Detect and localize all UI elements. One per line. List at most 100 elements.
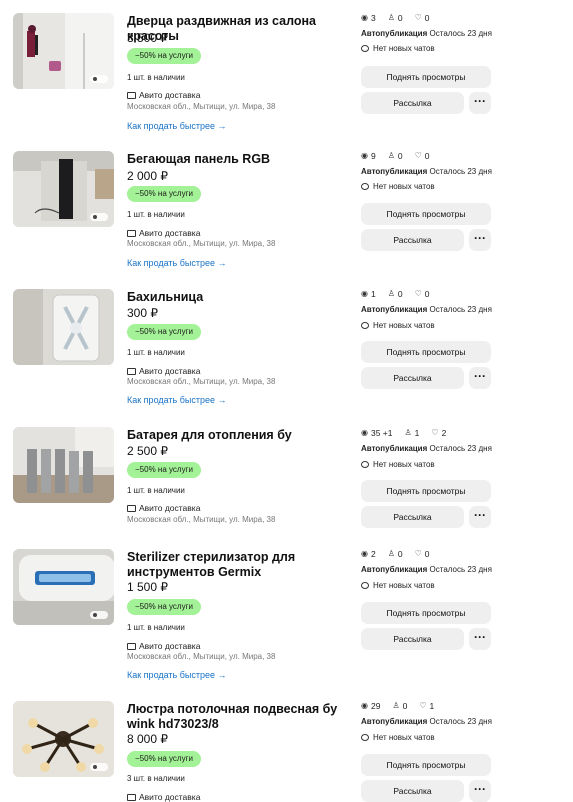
stock-text: 1 шт. в наличии	[127, 348, 185, 357]
stock-text: 1 шт. в наличии	[127, 73, 185, 82]
eye-icon: ◉	[361, 549, 368, 558]
stock-text: 1 шт. в наличии	[127, 486, 185, 495]
boost-views-button[interactable]: Поднять просмотры	[361, 602, 491, 624]
promo-badge[interactable]: −50% на услуги	[127, 324, 201, 340]
eye-icon: ◉	[361, 428, 368, 437]
boost-views-button[interactable]: Поднять просмотры	[361, 66, 491, 88]
autopublish-status: Автопубликация Осталось 23 дня	[361, 29, 492, 38]
chats-status[interactable]: Нет новых чатов	[361, 321, 435, 330]
listing-photo[interactable]	[13, 151, 114, 227]
mailing-button[interactable]: Рассылка	[361, 229, 464, 251]
contacts-count: 0	[397, 13, 403, 23]
person-icon: ♙	[404, 428, 412, 437]
sell-faster-link[interactable]: Как продать быстрее →	[127, 258, 227, 268]
delivery-text: Авито доставка	[139, 228, 201, 238]
heart-icon: ♡	[419, 701, 427, 710]
autopublish-status: Автопубликация Осталось 23 дня	[361, 305, 492, 314]
mailing-button[interactable]: Рассылка	[361, 628, 464, 650]
delivery-label: Авито доставка	[127, 503, 200, 513]
listing-title[interactable]: Бахильница	[127, 290, 357, 305]
more-options-button[interactable]: ···	[469, 92, 491, 114]
promo-badge[interactable]: −50% на услуги	[127, 48, 201, 64]
contacts-stat: ♙ 0	[388, 13, 403, 23]
autopublish-remaining: Осталось 23 дня	[429, 29, 492, 38]
truck-icon	[127, 92, 136, 99]
mailing-button[interactable]: Рассылка	[361, 92, 464, 114]
delivery-text: Авито доставка	[139, 366, 201, 376]
contacts-count: 0	[402, 701, 408, 711]
listing-photo[interactable]	[13, 701, 114, 777]
listing-title[interactable]: Sterilizer стерилизатор для инструментов…	[127, 550, 357, 580]
boost-views-button[interactable]: Поднять просмотры	[361, 341, 491, 363]
chats-status[interactable]: Нет новых чатов	[361, 733, 435, 742]
sell-faster-link[interactable]: Как продать быстрее →	[127, 121, 227, 131]
stats-row: ◉ 29 ♙ 0 ♡ 1	[361, 701, 434, 711]
boost-views-button[interactable]: Поднять просмотры	[361, 754, 491, 776]
boost-views-button[interactable]: Поднять просмотры	[361, 203, 491, 225]
promo-badge[interactable]: −50% на услуги	[127, 462, 201, 478]
eye-icon: ◉	[361, 151, 368, 160]
delivery-text: Авито доставка	[139, 641, 201, 651]
listing-title[interactable]: Люстра потолочная подвесная бу wink hd73…	[127, 702, 357, 732]
mailing-button[interactable]: Рассылка	[361, 506, 464, 528]
person-icon: ♙	[387, 549, 395, 558]
chats-status[interactable]: Нет новых чатов	[361, 182, 435, 191]
eye-icon: ◉	[361, 701, 368, 710]
truck-icon	[127, 643, 136, 650]
sell-faster-link[interactable]: Как продать быстрее →	[127, 670, 227, 680]
autopublish-label: Автопубликация	[361, 565, 428, 574]
eye-icon: ◉	[361, 13, 368, 22]
contacts-count: 0	[397, 289, 403, 299]
truck-icon	[127, 505, 136, 512]
contacts-stat: ♙ 0	[388, 549, 403, 559]
promo-badge[interactable]: −50% на услуги	[127, 186, 201, 202]
views-stat: ◉ 29	[361, 701, 380, 711]
promo-badge[interactable]: −50% на услуги	[127, 751, 201, 767]
promo-badge[interactable]: −50% на услуги	[127, 599, 201, 615]
chats-status[interactable]: Нет новых чатов	[361, 460, 435, 469]
listing-price: 300 ₽	[127, 306, 158, 320]
chat-bubble-icon	[361, 183, 369, 190]
listing-photo[interactable]	[13, 549, 114, 625]
listing-title[interactable]: Бегающая панель RGB	[127, 152, 357, 167]
more-options-button[interactable]: ···	[469, 628, 491, 650]
autopublish-label: Автопубликация	[361, 717, 428, 726]
contacts-stat: ♙ 0	[388, 151, 403, 161]
listing-price: 3 500 ₽	[127, 31, 168, 45]
autopublish-label: Автопубликация	[361, 167, 428, 176]
sell-faster-link[interactable]: Как продать быстрее →	[127, 395, 227, 405]
chats-text: Нет новых чатов	[373, 581, 435, 590]
more-options-button[interactable]: ···	[469, 229, 491, 251]
address-text: Московская обл., Мытищи, ул. Мира, 38	[127, 515, 276, 524]
delivery-text: Авито доставка	[139, 90, 201, 100]
autopublish-status: Автопубликация Осталось 23 дня	[361, 167, 492, 176]
listing-title[interactable]: Батарея для отопления бу	[127, 428, 357, 443]
views-stat: ◉ 9	[361, 151, 376, 161]
heart-icon: ♡	[414, 13, 422, 22]
autopublish-remaining: Осталось 23 дня	[429, 565, 492, 574]
favorites-count: 0	[424, 549, 430, 559]
more-options-button[interactable]: ···	[469, 506, 491, 528]
views-count: 3	[370, 13, 376, 23]
listing-photo[interactable]	[13, 13, 114, 89]
photo-count-badge	[90, 213, 108, 221]
more-options-button[interactable]: ···	[469, 780, 491, 802]
person-icon: ♙	[387, 289, 395, 298]
mailing-button[interactable]: Рассылка	[361, 367, 464, 389]
chat-bubble-icon	[361, 582, 369, 589]
views-stat: ◉ 3	[361, 13, 376, 23]
boost-views-button[interactable]: Поднять просмотры	[361, 480, 491, 502]
chat-bubble-icon	[361, 322, 369, 329]
favorites-count: 0	[424, 151, 430, 161]
autopublish-status: Автопубликация Осталось 23 дня	[361, 444, 492, 453]
chats-status[interactable]: Нет новых чатов	[361, 581, 435, 590]
photo-count-badge	[90, 763, 108, 771]
more-options-button[interactable]: ···	[469, 367, 491, 389]
mailing-button[interactable]: Рассылка	[361, 780, 464, 802]
chats-status[interactable]: Нет новых чатов	[361, 44, 435, 53]
views-count: 9	[370, 151, 376, 161]
favorites-stat: ♡ 0	[415, 151, 430, 161]
photo-radiator-image	[13, 427, 114, 503]
listing-photo[interactable]	[13, 427, 114, 503]
listing-photo[interactable]	[13, 289, 114, 365]
